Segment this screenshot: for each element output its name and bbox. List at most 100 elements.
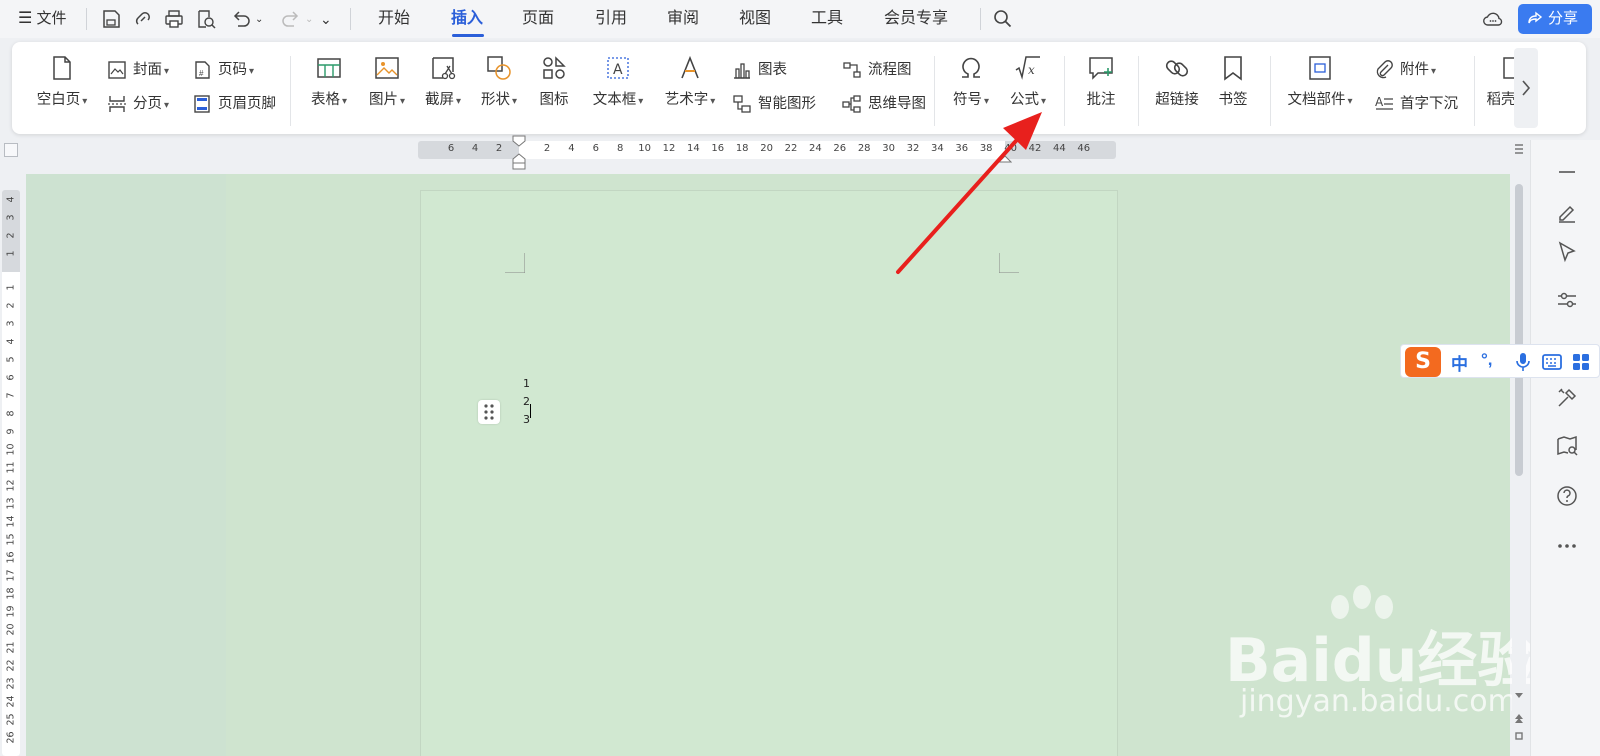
shape-button[interactable]: 形状 ▾ [474, 54, 524, 112]
tab-references[interactable]: 引用 [595, 8, 627, 30]
document-line[interactable]: 3 [523, 413, 530, 426]
equation-label: 公式 [1009, 92, 1039, 108]
previous-page-icon[interactable] [1513, 712, 1525, 724]
active-tab-indicator [452, 34, 484, 37]
flowchart-button[interactable]: 流程图 [842, 58, 912, 82]
undo-icon[interactable] [230, 8, 252, 30]
document-line[interactable]: 2 [523, 395, 530, 408]
table-button[interactable]: 表格 ▾ [304, 54, 354, 112]
ime-punctuation-toggle[interactable]: °, [1481, 350, 1493, 370]
drop-cap-button[interactable]: A 首字下沉 [1374, 92, 1458, 116]
toolbox-grid-icon[interactable] [1571, 352, 1591, 372]
ruler-tick: 4 [5, 196, 17, 203]
separator [934, 56, 935, 126]
ruler-tick: 13 [5, 497, 17, 510]
chart-button[interactable]: 图表 [732, 58, 787, 82]
menu-icon: ☰ [18, 10, 33, 27]
search-icon[interactable] [992, 8, 1014, 30]
vertical-ruler[interactable]: 4 3 2 1 1 2 3 4 5 6 7 8 9 10 11 12 13 14 15 16 17 18 19 20 21 22 2… [2, 190, 20, 756]
bookmark-button[interactable]: 书签 [1212, 54, 1254, 110]
hyperlink-button[interactable]: 超链接 [1150, 54, 1204, 110]
picture-button[interactable]: 图片 ▾ [362, 54, 412, 112]
split-view-icon[interactable] [1513, 142, 1525, 156]
right-indent-marker[interactable] [998, 151, 1012, 163]
textbox-button[interactable]: A 文本框 ▾ [586, 54, 650, 112]
tab-home[interactable]: 开始 [378, 8, 410, 30]
redo-dropdown-icon[interactable]: ⌄ [305, 9, 313, 31]
pen-icon[interactable] [1555, 200, 1579, 224]
ruler-tick: 28 [857, 143, 871, 154]
ime-mode-toggle[interactable]: 中 [1451, 350, 1468, 375]
adjust-sliders-icon[interactable] [1555, 288, 1579, 312]
docer-label: 稻壳 [1486, 92, 1516, 108]
wordart-button[interactable]: 艺术字 ▾ [658, 54, 722, 112]
file-menu[interactable]: ☰ 文件 [18, 8, 67, 30]
more-quick-access-icon[interactable]: ⌄ [320, 8, 332, 30]
icon-button[interactable]: 图标 [532, 54, 576, 110]
ruler-tick: 32 [906, 143, 920, 154]
more-icon[interactable] [1555, 534, 1579, 558]
sogou-logo-icon[interactable]: S [1405, 347, 1441, 377]
scrollbar-thumb[interactable] [1515, 184, 1523, 476]
microphone-icon[interactable] [1513, 351, 1533, 373]
tab-page[interactable]: 页面 [522, 8, 554, 30]
comment-icon [1089, 57, 1113, 80]
mindmap-label: 思维导图 [868, 96, 926, 112]
redo-icon[interactable] [280, 8, 302, 30]
equation-button[interactable]: x 公式 ▾ [1002, 54, 1054, 112]
print-icon[interactable] [163, 8, 185, 30]
export-icon[interactable] [132, 8, 154, 30]
screenshot-button[interactable]: 截屏 ▾ [418, 54, 468, 112]
undo-dropdown-icon[interactable]: ⌄ [255, 9, 263, 31]
cloud-icon[interactable] [1482, 8, 1504, 30]
help-icon[interactable] [1555, 484, 1579, 508]
document-page[interactable]: 1 2 3 [420, 190, 1118, 756]
docer-button[interactable]: 稻壳 [1486, 54, 1516, 110]
horizontal-ruler[interactable]: 6 4 2 2 4 6 8 10 12 14 16 18 20 22 24 26 28 30 32 34 36 38… [418, 135, 1116, 170]
tab-insert[interactable]: 插入 [451, 8, 483, 30]
keyboard-icon[interactable] [1541, 352, 1563, 372]
tools-icon[interactable] [1555, 386, 1579, 410]
select-cursor-icon[interactable] [1555, 240, 1579, 264]
tab-member[interactable]: 会员专享 [884, 8, 948, 30]
vertical-scrollbar[interactable] [1512, 174, 1526, 756]
right-sidebar [1530, 140, 1600, 756]
tab-view[interactable]: 视图 [739, 8, 771, 30]
page-number-button[interactable]: # 页码 ▾ [192, 58, 254, 82]
mindmap-button[interactable]: 思维导图 [842, 92, 926, 116]
icon-library-icon [543, 56, 566, 79]
tab-review[interactable]: 审阅 [667, 8, 699, 30]
indent-marker[interactable] [511, 135, 527, 171]
attachment-button[interactable]: 附件 ▾ [1374, 58, 1436, 82]
read-search-icon[interactable] [1555, 434, 1579, 458]
comment-button[interactable]: 批注 [1078, 54, 1124, 110]
share-icon [1528, 11, 1543, 24]
separator [1474, 56, 1475, 126]
scroll-down-icon[interactable] [1513, 690, 1525, 702]
ribbon-scroll-right[interactable] [1514, 48, 1538, 128]
ruler-tick: 8 [617, 143, 624, 154]
collapse-icon[interactable] [1555, 160, 1579, 184]
cover-button[interactable]: 封面 ▾ [107, 58, 169, 82]
ruler-tick: 2 [5, 232, 17, 239]
paragraph-drag-handle[interactable] [478, 400, 500, 424]
ime-toolbar[interactable]: S 中 °, [1400, 344, 1600, 378]
doc-parts-button[interactable]: 文档部件 ▾ [1284, 54, 1356, 112]
textbox-icon: A [607, 57, 629, 79]
ruler-tab-selector[interactable] [4, 143, 18, 157]
blank-page-button[interactable]: 空白页 ▾ [30, 54, 94, 112]
header-footer-button[interactable]: 页眉页脚 [192, 92, 276, 116]
select-browse-object-icon[interactable] [1513, 730, 1525, 742]
share-button[interactable]: 分享 [1518, 4, 1592, 34]
comment-label: 批注 [1086, 92, 1116, 108]
smartart-button[interactable]: 智能图形 [732, 92, 816, 116]
save-icon[interactable] [100, 8, 122, 30]
shape-icon [487, 56, 511, 80]
print-preview-icon[interactable] [195, 8, 217, 30]
tab-tools[interactable]: 工具 [811, 8, 843, 30]
separator [980, 8, 981, 30]
svg-text:#: # [199, 69, 204, 78]
page-break-button[interactable]: 分页 ▾ [107, 92, 169, 116]
document-line[interactable]: 1 [523, 377, 530, 390]
symbol-button[interactable]: 符号 ▾ [946, 54, 996, 112]
